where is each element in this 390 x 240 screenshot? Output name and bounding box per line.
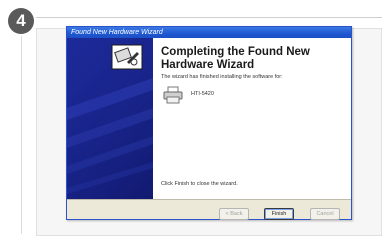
dialog-title: Found New Hardware Wizard (71, 29, 163, 36)
wizard-content: Completing the Found New Hardware Wizard… (161, 38, 345, 199)
back-button[interactable]: < Back (219, 208, 249, 220)
printer-icon (163, 86, 183, 104)
footer-divider (67, 199, 351, 200)
step-number-badge: 4 (8, 8, 34, 34)
device-name: HTI-5420 (191, 91, 214, 97)
close-hint: Click Finish to close the wizard. (161, 181, 238, 187)
dialog-title-bar[interactable]: Found New Hardware Wizard (67, 27, 351, 38)
cancel-button[interactable]: Cancel (310, 208, 340, 220)
finish-button[interactable]: Finish (264, 208, 294, 220)
divider-left (21, 36, 22, 234)
wizard-heading: Completing the Found New Hardware Wizard (161, 46, 310, 71)
wizard-panel: Completing the Found New Hardware Wizard… (67, 38, 351, 199)
found-new-hardware-dialog: Found New Hardware Wizard Completing the… (66, 26, 352, 220)
wizard-description: The wizard has finished installing the s… (161, 74, 283, 80)
wizard-sidebar (67, 38, 153, 199)
hardware-wizard-icon (111, 44, 143, 70)
divider-top (36, 17, 382, 18)
